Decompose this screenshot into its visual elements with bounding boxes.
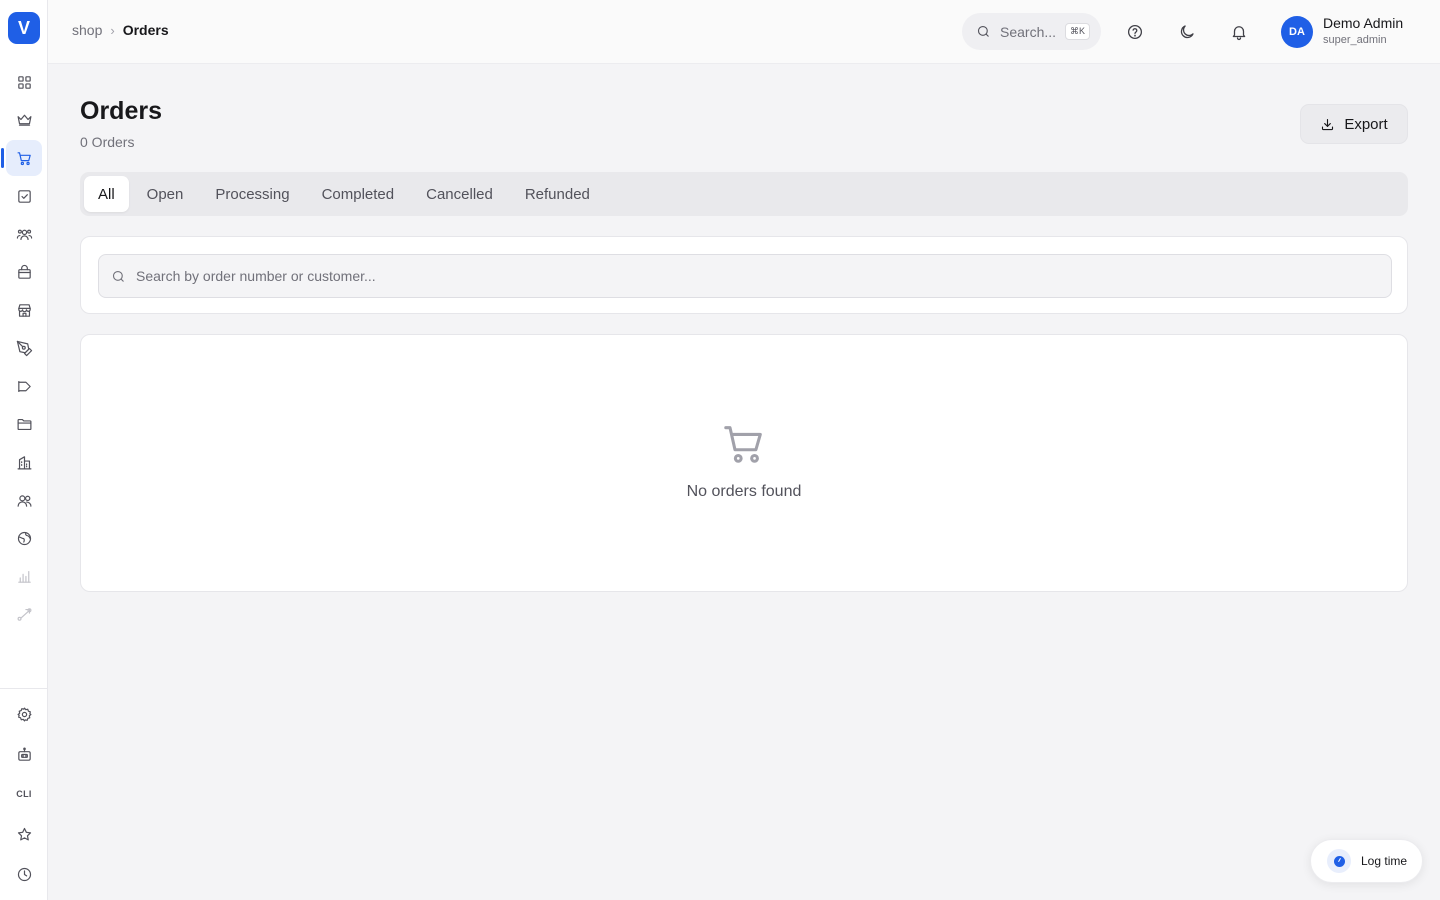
theme-toggle-button[interactable] xyxy=(1173,18,1201,46)
grid-icon xyxy=(17,75,31,89)
avatar[interactable]: DA xyxy=(1281,16,1313,48)
orders-empty-state: No orders found xyxy=(80,334,1408,592)
chevron-right-icon: › xyxy=(110,22,115,38)
orders-count: 0 Orders xyxy=(80,134,135,150)
users-icon xyxy=(16,229,32,240)
sidebar-item-dashboard[interactable] xyxy=(6,64,42,100)
sidebar-item-tasks[interactable] xyxy=(6,178,42,214)
page-title: Orders xyxy=(80,97,162,125)
megaphone-icon xyxy=(17,380,31,392)
clock-icon xyxy=(17,867,31,881)
sidebar-item-bot[interactable] xyxy=(6,736,42,772)
empty-cart-icon xyxy=(721,421,767,467)
app-logo[interactable]: V xyxy=(8,12,40,44)
export-label: Export xyxy=(1344,115,1388,133)
moon-icon xyxy=(1180,25,1194,39)
search-icon xyxy=(977,25,989,37)
shortcut-badge: ⌘K xyxy=(1065,23,1091,40)
download-icon xyxy=(1322,118,1334,130)
sidebar-item-team[interactable] xyxy=(6,216,42,252)
sidebar-item-crown[interactable] xyxy=(6,101,42,137)
bell-icon xyxy=(1232,26,1246,41)
sidebar-item-cli[interactable]: CLI xyxy=(6,776,42,812)
order-search-input[interactable] xyxy=(136,268,1336,284)
gear-icon xyxy=(17,707,31,721)
help-circle-icon xyxy=(1127,24,1143,40)
order-search-field[interactable] xyxy=(98,254,1392,298)
help-button[interactable] xyxy=(1121,18,1149,46)
notifications-button[interactable] xyxy=(1225,18,1253,46)
shopping-bag-icon xyxy=(17,264,31,279)
sidebar-item-store[interactable] xyxy=(6,292,42,328)
user-group-icon xyxy=(17,494,31,507)
empty-state-message: No orders found xyxy=(686,483,802,500)
tab-completed[interactable]: Completed xyxy=(308,176,409,212)
user-name: Demo Admin xyxy=(1323,15,1404,31)
breadcrumb-root[interactable]: shop xyxy=(72,22,102,38)
tab-cancelled[interactable]: Cancelled xyxy=(412,176,507,212)
sidebar-item-globe[interactable] xyxy=(6,520,42,556)
sidebar-item-settings[interactable] xyxy=(6,696,42,732)
folder-icon xyxy=(17,418,31,430)
timer-icon xyxy=(1327,849,1351,873)
log-time-label: Log time xyxy=(1361,854,1408,868)
sidebar-item-campaigns[interactable] xyxy=(6,368,42,404)
building-icon xyxy=(17,455,31,469)
star-icon xyxy=(17,827,31,840)
cli-label: CLI xyxy=(16,789,32,799)
check-square-icon xyxy=(17,189,31,203)
search-icon xyxy=(112,270,124,282)
sidebar-item-integrations[interactable] xyxy=(6,596,42,632)
bar-chart-icon xyxy=(17,570,31,583)
breadcrumb-current: Orders xyxy=(122,22,169,38)
export-button[interactable]: Export xyxy=(1300,104,1408,144)
pen-tool-icon xyxy=(16,340,32,356)
bot-icon xyxy=(17,747,31,761)
sidebar-divider xyxy=(0,688,48,689)
route-icon xyxy=(17,607,31,621)
sidebar-item-customers[interactable] xyxy=(6,482,42,518)
user-role: super_admin xyxy=(1323,34,1387,46)
sidebar-item-analytics[interactable] xyxy=(6,558,42,594)
sidebar-item-history[interactable] xyxy=(6,856,42,892)
tab-all[interactable]: All xyxy=(84,176,129,212)
globe-icon xyxy=(17,531,31,545)
breadcrumb: shop › Orders xyxy=(72,22,169,38)
cart-icon xyxy=(17,151,31,165)
store-icon xyxy=(17,303,31,317)
sidebar-item-buildings[interactable] xyxy=(6,444,42,480)
log-time-button[interactable]: Log time xyxy=(1310,839,1423,883)
order-status-tabs: All Open Processing Completed Cancelled … xyxy=(80,172,1408,216)
tab-open[interactable]: Open xyxy=(133,176,198,212)
global-search-button[interactable]: Search... ⌘K xyxy=(962,13,1101,50)
crown-icon xyxy=(17,114,31,126)
sidebar-item-files[interactable] xyxy=(6,406,42,442)
sidebar-item-products[interactable] xyxy=(6,254,42,290)
global-search-placeholder: Search... xyxy=(1000,23,1057,40)
order-search-card xyxy=(80,236,1408,314)
sidebar-item-favorites[interactable] xyxy=(6,816,42,852)
sidebar-item-design[interactable] xyxy=(6,330,42,366)
top-header: shop › Orders Search... ⌘K DA Demo Admin… xyxy=(48,0,1440,64)
tab-processing[interactable]: Processing xyxy=(201,176,303,212)
sidebar: V CLI xyxy=(0,0,48,900)
sidebar-item-orders[interactable] xyxy=(1,140,42,176)
tab-refunded[interactable]: Refunded xyxy=(511,176,604,212)
